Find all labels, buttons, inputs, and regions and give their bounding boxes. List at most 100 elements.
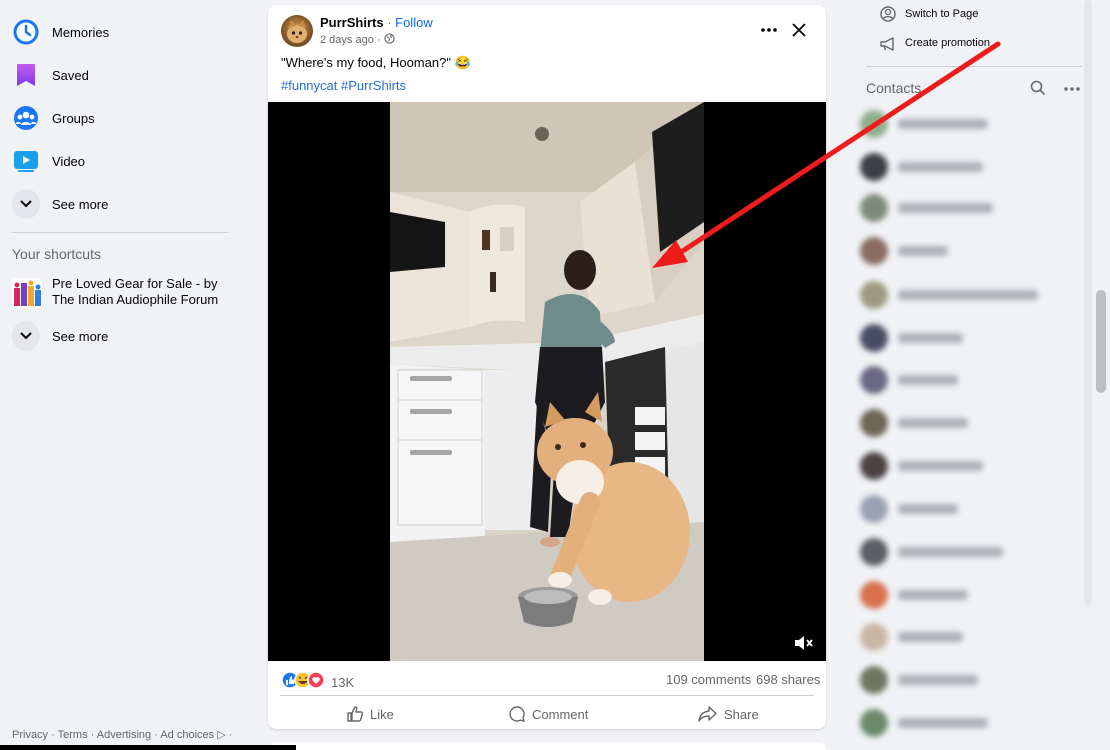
see-more-button[interactable]: See more: [12, 184, 108, 224]
page-scrollbar-thumb[interactable]: [1096, 290, 1106, 393]
follow-button[interactable]: Follow: [395, 15, 433, 30]
post-time[interactable]: 2 days ago ·: [320, 34, 381, 46]
chevron-down-icon: [12, 189, 40, 219]
contact-item[interactable]: [860, 577, 1082, 613]
right-sidebar: Switch to Page Create promotion Contacts: [840, 0, 1110, 750]
contact-item[interactable]: [860, 106, 1082, 142]
contact-item[interactable]: [860, 277, 1082, 313]
divider: [280, 695, 814, 696]
page-avatar[interactable]: [281, 15, 313, 47]
divider: [866, 66, 1082, 67]
close-button[interactable]: [786, 17, 812, 43]
video-icon: [12, 147, 40, 175]
hashtag-link[interactable]: #PurrShirts: [341, 78, 406, 93]
thumbs-up-icon: [347, 706, 364, 722]
comments-count[interactable]: 109 comments: [666, 672, 751, 687]
avatar: [860, 623, 888, 651]
sidebar-item-groups[interactable]: Groups: [12, 98, 95, 138]
contact-item[interactable]: [860, 448, 1082, 484]
avatar: [860, 581, 888, 609]
share-label: Share: [724, 706, 759, 722]
hashtag-link[interactable]: #funnycat: [281, 78, 337, 93]
chevron-down-icon: [12, 321, 40, 351]
avatar: [860, 709, 888, 737]
reactions-summary[interactable]: 13K: [281, 671, 354, 694]
create-promotion-link[interactable]: Create promotion: [905, 37, 990, 49]
contact-item[interactable]: [860, 320, 1082, 356]
taskbar-edge: [0, 745, 296, 750]
see-more-shortcuts-button[interactable]: See more: [12, 316, 108, 356]
post-hashtags: #funnycat #PurrShirts: [281, 78, 406, 93]
contact-item[interactable]: [860, 534, 1082, 570]
groups-icon: [12, 104, 40, 132]
see-more-label: See more: [52, 328, 109, 344]
left-sidebar: Memories Saved Groups Video See more You…: [0, 0, 240, 750]
sidebar-item-label: Video: [52, 153, 86, 169]
sidebar-item-saved[interactable]: Saved: [12, 55, 89, 95]
see-more-label: See more: [52, 196, 109, 212]
contacts-scrollbar[interactable]: [1084, 0, 1092, 605]
contact-item[interactable]: [860, 233, 1082, 269]
post-caption: "Where's my food, Hooman?" 😂: [281, 55, 471, 70]
ellipsis-icon: [1064, 87, 1080, 91]
shares-count[interactable]: 698 shares: [756, 672, 820, 687]
like-button[interactable]: Like: [346, 702, 394, 726]
sidebar-item-video[interactable]: Video: [12, 141, 85, 181]
avatar: [860, 153, 888, 181]
ellipsis-icon: [761, 28, 777, 32]
switch-profile-icon: [880, 6, 896, 27]
contact-item[interactable]: [860, 362, 1082, 398]
avatar: [860, 110, 888, 138]
close-icon: [792, 23, 806, 37]
page-name-link[interactable]: PurrShirts: [320, 15, 384, 30]
avatar: [860, 281, 888, 309]
avatar: [860, 324, 888, 352]
share-button[interactable]: Share: [698, 702, 759, 726]
comment-label: Comment: [532, 706, 589, 722]
shortcut-item[interactable]: Pre Loved Gear for Sale - by The Indian …: [12, 276, 232, 308]
next-post-card: [268, 742, 826, 750]
sidebar-item-label: Memories: [52, 24, 110, 40]
contacts-options-button[interactable]: [1064, 78, 1084, 96]
post-card: PurrShirts · Follow 2 days ago · "Where'…: [268, 5, 826, 729]
avatar: [860, 409, 888, 437]
contact-item[interactable]: [860, 190, 1082, 226]
contact-item[interactable]: [860, 619, 1082, 655]
contact-item[interactable]: [860, 705, 1082, 741]
separator: ·: [383, 15, 396, 30]
comment-bubble-icon: [509, 706, 526, 722]
contact-item[interactable]: [860, 662, 1082, 698]
post-header-name: PurrShirts · Follow: [320, 15, 433, 30]
clock-icon: [12, 18, 40, 46]
search-contacts-button[interactable]: [1030, 80, 1048, 98]
post-meta: 2 days ago ·: [320, 33, 395, 47]
reaction-count: 13K: [331, 675, 355, 690]
comment-button[interactable]: Comment: [508, 702, 588, 726]
avatar: [860, 194, 888, 222]
shortcuts-title: Your shortcuts: [12, 246, 101, 262]
avatar: [860, 495, 888, 523]
video-player[interactable]: [268, 102, 826, 661]
avatar: [860, 366, 888, 394]
contact-item[interactable]: [860, 405, 1082, 441]
globe-icon: [383, 33, 395, 47]
mute-toggle-button[interactable]: [792, 632, 814, 654]
like-label: Like: [370, 706, 394, 722]
footer-links[interactable]: Privacy · Terms · Advertising · Ad choic…: [12, 728, 232, 741]
avatar: [860, 237, 888, 265]
search-icon: [1030, 80, 1046, 96]
more-options-button[interactable]: [756, 17, 782, 43]
speaker-muted-icon: [795, 636, 813, 650]
switch-to-page-link[interactable]: Switch to Page: [905, 8, 978, 20]
avatar: [860, 666, 888, 694]
avatar: [860, 452, 888, 480]
contact-item[interactable]: [860, 149, 1082, 185]
shortcut-label: Pre Loved Gear for Sale - by The Indian …: [52, 276, 219, 307]
contact-item[interactable]: [860, 491, 1082, 527]
sidebar-item-label: Saved: [52, 67, 89, 83]
contacts-title: Contacts: [866, 80, 922, 96]
megaphone-icon: [880, 36, 898, 57]
divider: [12, 232, 228, 233]
bookmark-icon: [12, 61, 40, 89]
sidebar-item-memories[interactable]: Memories: [12, 12, 109, 52]
